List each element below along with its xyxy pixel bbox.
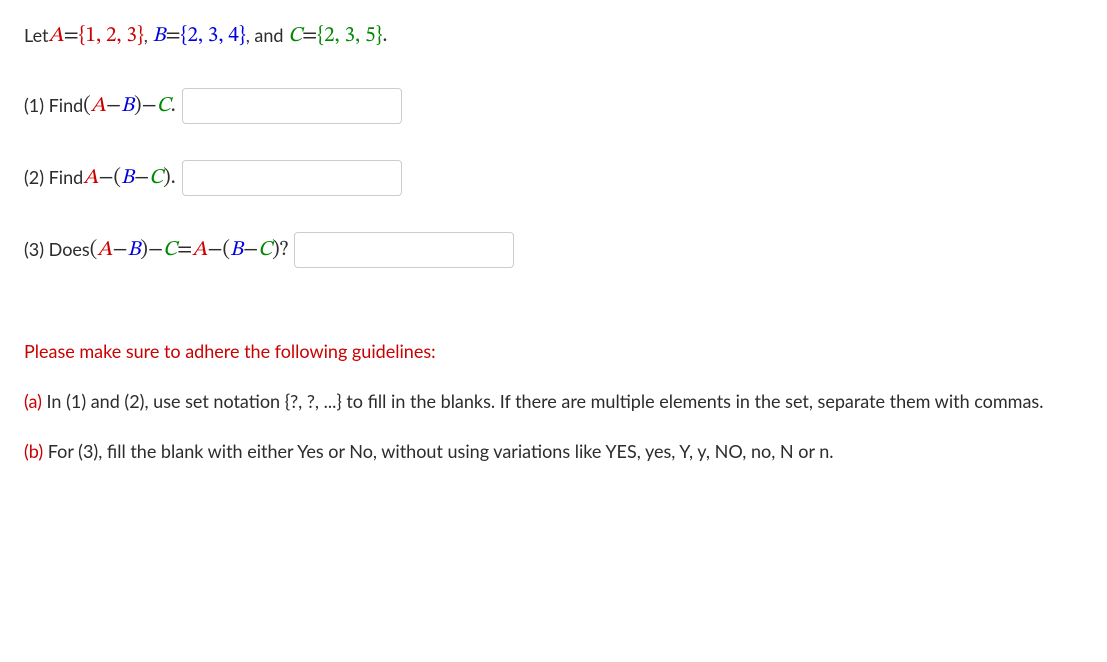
question-1: (1) Find ( A − B ) − C . (24, 88, 1083, 124)
set-b-value: {2, 3, 4} (181, 20, 246, 52)
guideline-a-label: (a) (24, 390, 42, 412)
paren-close: ) (140, 234, 148, 266)
var-c: C (258, 234, 272, 266)
guideline-a-text: In (1) and (2), use set notation {?, ?, … (42, 390, 1044, 412)
paren-open: ( (222, 234, 230, 266)
var-b: B (121, 90, 134, 122)
equals-sign: = (165, 20, 180, 52)
guideline-b-text: For (3), fill the blank with either Yes … (43, 440, 833, 462)
guideline-b: (b) For (3), fill the blank with either … (24, 437, 1083, 466)
question-3-label: (3) Does (24, 236, 90, 263)
set-c-value: {2, 3, 5} (317, 20, 382, 52)
equals-sign: = (177, 234, 192, 266)
set-c-variable: C (288, 20, 302, 52)
minus-sign: − (243, 234, 258, 266)
question-2-label: (2) Find (24, 164, 83, 191)
var-c: C (149, 162, 163, 194)
equals-sign: = (302, 20, 317, 52)
paren-close: ) (272, 234, 280, 266)
separator-text: , (144, 22, 148, 49)
minus-sign: − (112, 234, 127, 266)
var-a: A (97, 234, 112, 266)
var-a: A (91, 90, 106, 122)
var-c: C (163, 234, 177, 266)
guideline-a: (a) In (1) and (2), use set notation {?,… (24, 387, 1083, 416)
period: . (171, 90, 176, 122)
set-a-value: {1, 2, 3} (79, 20, 144, 52)
minus-sign: − (134, 162, 149, 194)
paren-open: ( (83, 90, 91, 122)
period: . (171, 162, 176, 194)
period: . (382, 20, 387, 52)
guidelines-section: Please make sure to adhere the following… (24, 338, 1083, 467)
question-2: (2) Find A − ( B − C ) . (24, 160, 1083, 196)
let-text: Let (24, 22, 48, 49)
set-b-variable: B (152, 20, 165, 52)
problem-statement: Let A = {1, 2, 3} , B = {2, 3, 4} , and … (24, 20, 1083, 52)
minus-sign: − (98, 162, 113, 194)
paren-close: ) (163, 162, 171, 194)
guidelines-title: Please make sure to adhere the following… (24, 338, 1083, 365)
paren-open: ( (113, 162, 121, 194)
answer-input-2[interactable] (182, 160, 402, 196)
var-b: B (121, 162, 134, 194)
guideline-b-label: (b) (24, 440, 43, 462)
var-a: A (83, 162, 98, 194)
answer-input-1[interactable] (182, 88, 402, 124)
var-a: A (192, 234, 207, 266)
equals-sign: = (64, 20, 79, 52)
minus-sign: − (106, 90, 121, 122)
and-text: , and (246, 22, 284, 49)
paren-close: ) (134, 90, 142, 122)
question-1-label: (1) Find (24, 92, 83, 119)
set-a-variable: A (48, 20, 63, 52)
answer-input-3[interactable] (294, 232, 514, 268)
paren-open: ( (90, 234, 98, 266)
question-3: (3) Does ( A − B ) − C = A − ( B − C ) ? (24, 232, 1083, 268)
var-c: C (157, 90, 171, 122)
minus-sign: − (148, 234, 163, 266)
var-b: B (127, 234, 140, 266)
minus-sign: − (207, 234, 222, 266)
minus-sign: − (141, 90, 156, 122)
question-mark: ? (280, 234, 289, 266)
var-b: B (230, 234, 243, 266)
